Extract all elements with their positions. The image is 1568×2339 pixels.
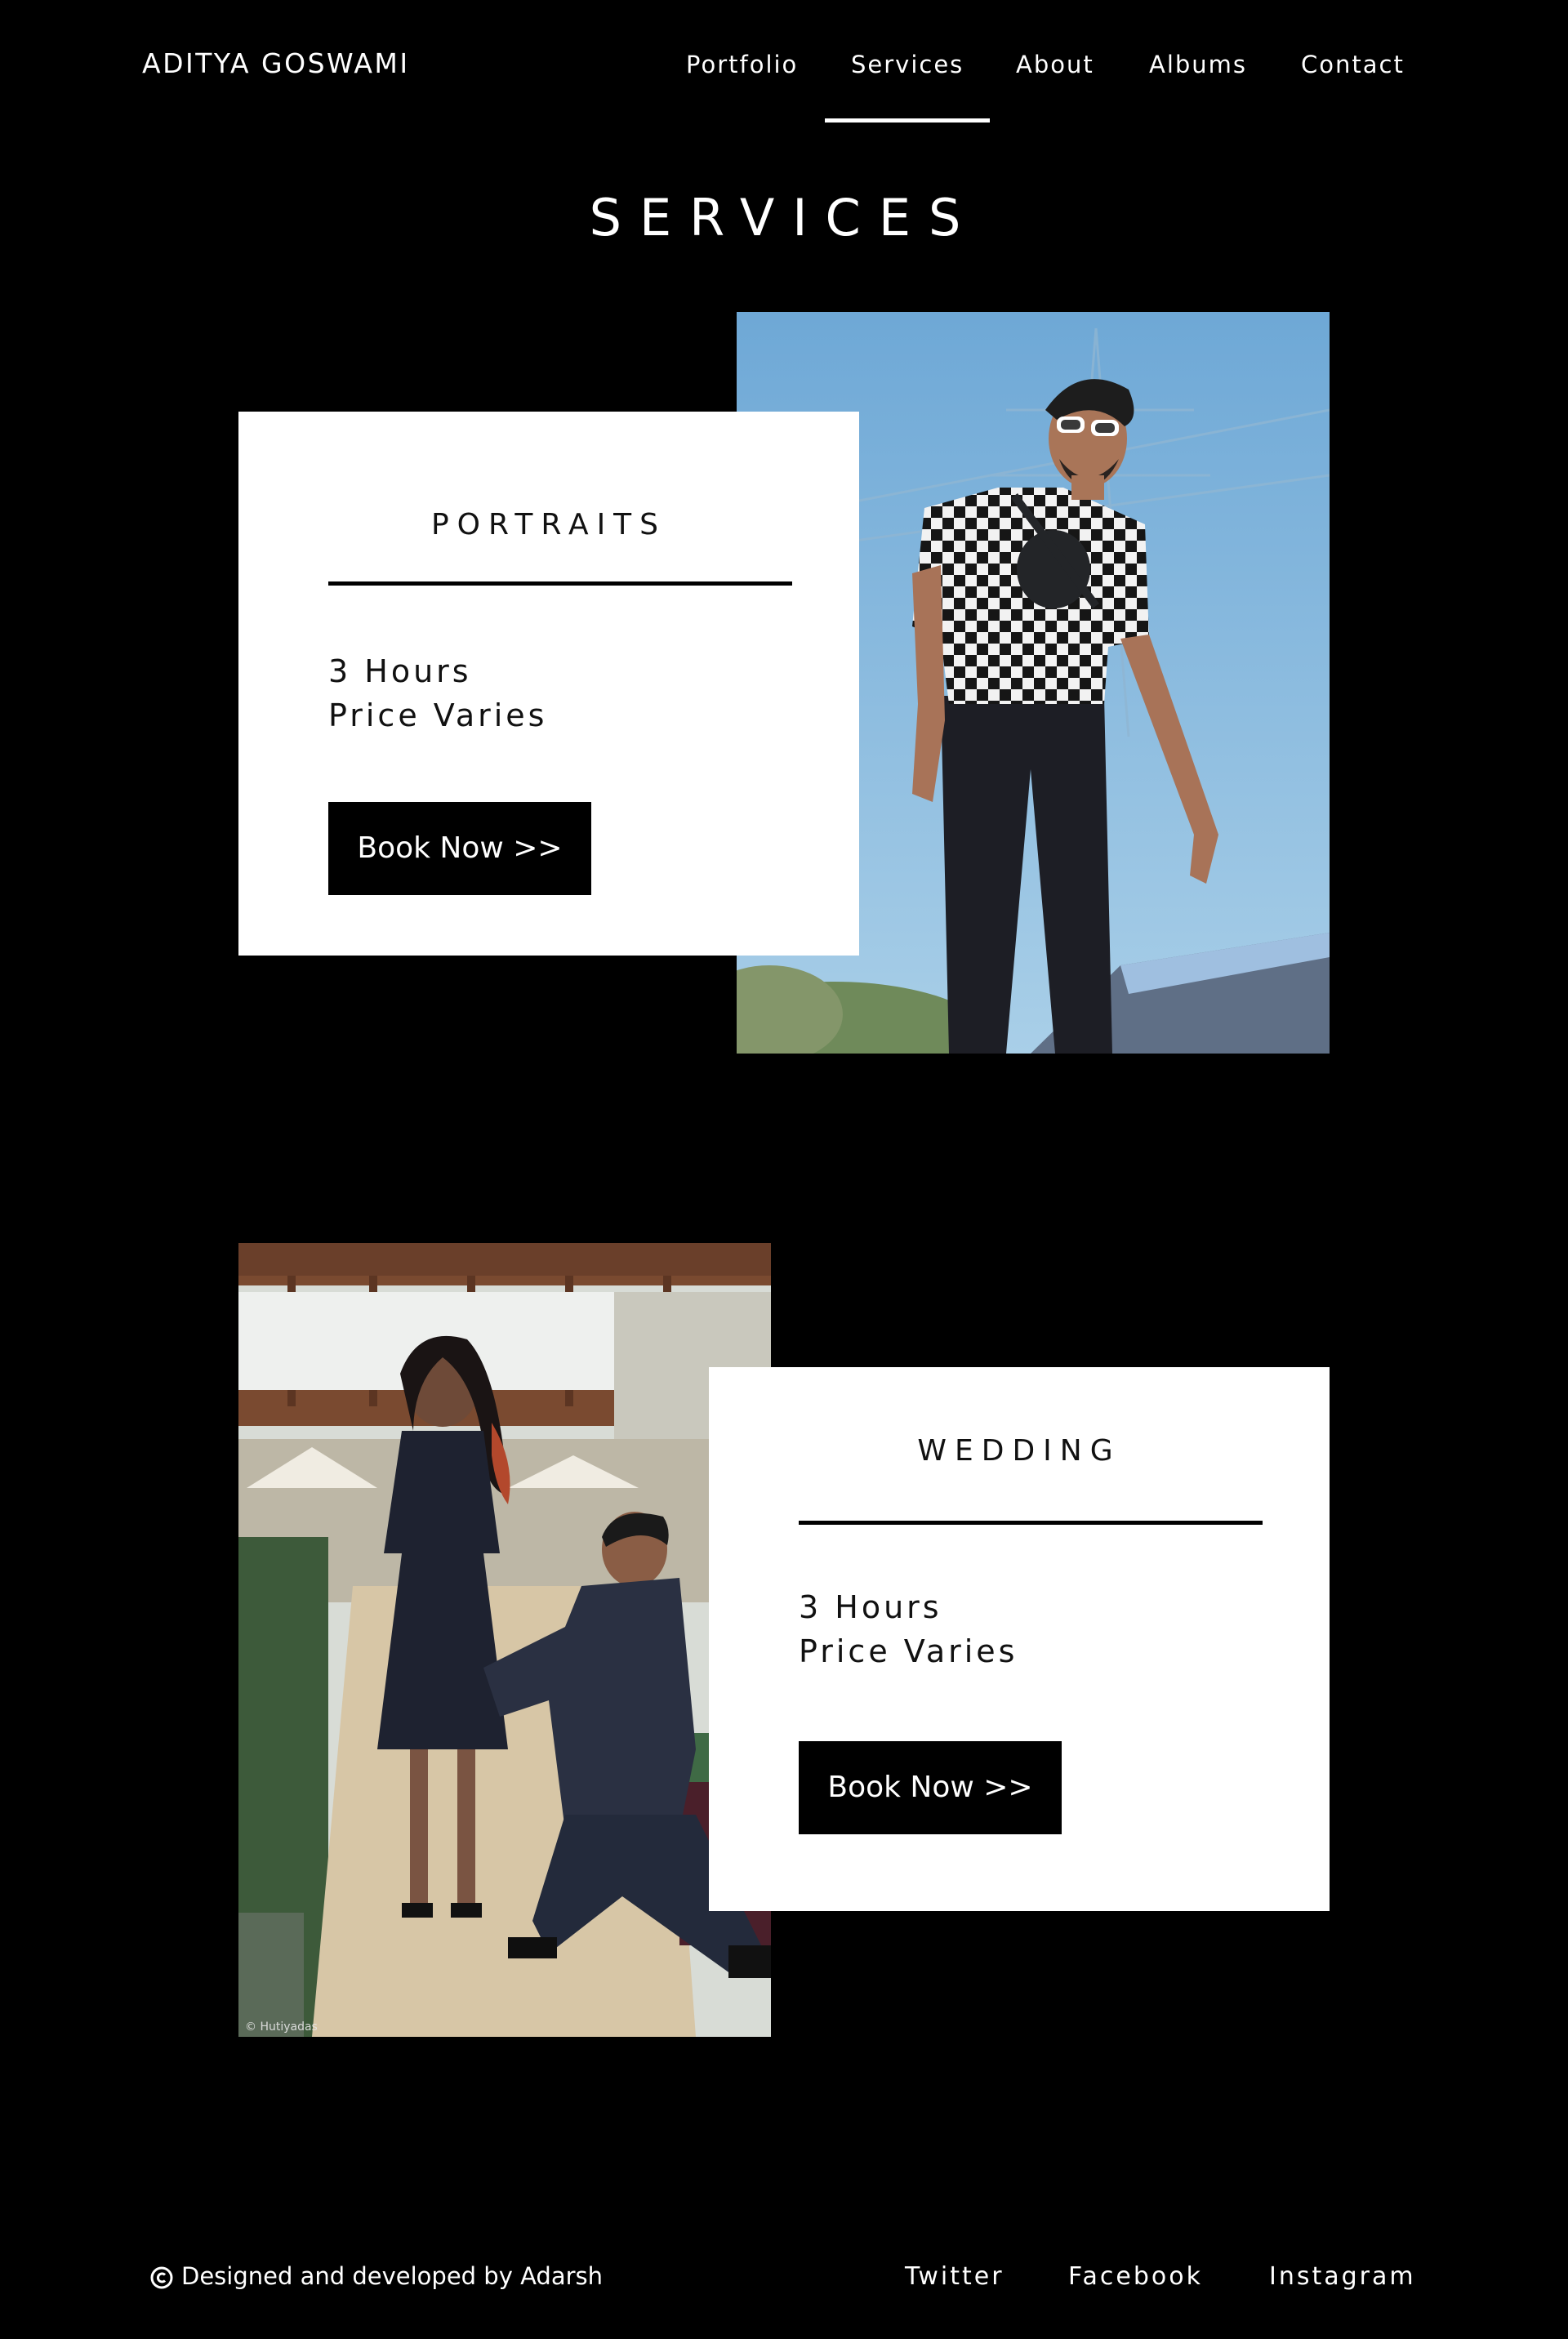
social-twitter-link[interactable]: Twitter bbox=[905, 2262, 1004, 2291]
book-now-button[interactable]: Book Now >> bbox=[328, 802, 591, 895]
service-duration: 3 Hours bbox=[328, 653, 472, 689]
card-divider bbox=[799, 1521, 1263, 1525]
social-facebook-link[interactable]: Facebook bbox=[1068, 2262, 1203, 2291]
page-title: SERVICES bbox=[589, 188, 979, 247]
footer-credit-text: Designed and developed by Adarsh bbox=[181, 2262, 604, 2290]
service-card-wedding: WEDDING 3 Hours Price Varies Book Now >> bbox=[709, 1367, 1330, 1911]
card-divider bbox=[328, 581, 792, 586]
social-instagram-link[interactable]: Instagram bbox=[1269, 2262, 1416, 2291]
nav-contact[interactable]: Contact bbox=[1301, 51, 1405, 78]
nav-about[interactable]: About bbox=[1016, 51, 1094, 78]
service-duration: 3 Hours bbox=[799, 1589, 942, 1625]
footer-credit: Designed and developed by Adarsh bbox=[150, 2262, 603, 2290]
nav-portfolio[interactable]: Portfolio bbox=[686, 51, 798, 78]
nav-albums[interactable]: Albums bbox=[1149, 51, 1247, 78]
service-price: Price Varies bbox=[328, 697, 548, 733]
wedding-photo: © Hutiyadas bbox=[238, 1243, 771, 2037]
service-price: Price Varies bbox=[799, 1633, 1018, 1669]
nav-active-indicator bbox=[825, 118, 990, 123]
service-title: PORTRAITS bbox=[430, 508, 667, 541]
nav-services[interactable]: Services bbox=[851, 51, 964, 78]
copyright-icon bbox=[150, 2266, 173, 2289]
photo-watermark: © Hutiyadas bbox=[245, 2020, 318, 2034]
main-nav: Portfolio Services About Albums Contact bbox=[0, 51, 1568, 124]
book-now-button[interactable]: Book Now >> bbox=[799, 1741, 1062, 1834]
service-card-portraits: PORTRAITS 3 Hours Price Varies Book Now … bbox=[238, 412, 859, 956]
service-title: WEDDING bbox=[917, 1434, 1121, 1468]
